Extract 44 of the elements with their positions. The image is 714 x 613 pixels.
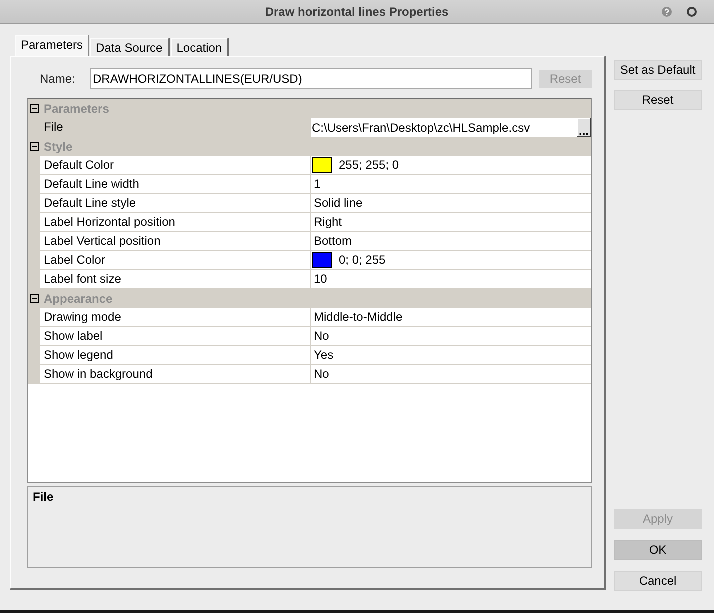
property-row[interactable]: Show legend Yes — [28, 346, 591, 365]
property-value[interactable]: Yes — [310, 346, 591, 365]
minus-box-icon[interactable] — [30, 294, 39, 303]
property-value[interactable]: Middle-to-Middle — [310, 308, 591, 327]
property-name[interactable]: File — [40, 118, 310, 137]
dialog-button[interactable]: OK — [614, 540, 702, 560]
property-value[interactable]: 10 — [310, 270, 591, 289]
category-title: Appearance — [43, 292, 113, 306]
property-value[interactable]: No — [310, 327, 591, 346]
property-row[interactable]: Label font size 10 — [28, 270, 591, 289]
ring-icon[interactable] — [687, 6, 697, 16]
property-row[interactable]: Label Vertical position Bottom — [28, 232, 591, 251]
property-row[interactable]: Default Color 255; 255; 0 — [28, 156, 591, 175]
category-title: Style — [43, 140, 73, 154]
property-value[interactable]: 0; 0; 255 — [339, 253, 386, 267]
property-row[interactable]: Default Line width 1 — [28, 175, 591, 194]
description-title: File — [33, 490, 54, 504]
property-row[interactable]: Label Horizontal position Right — [28, 213, 591, 232]
minus-box-icon[interactable] — [30, 142, 39, 151]
property-value[interactable]: 1 — [310, 175, 591, 194]
dialog-button[interactable]: Cancel — [614, 571, 702, 591]
property-row[interactable]: Show in background No — [28, 365, 591, 384]
browse-button[interactable]: ... — [577, 118, 591, 137]
property-row[interactable]: File C:\Users\Fran\Desktop\zc\HLSample.csv ... — [28, 118, 591, 137]
name-label: Name: — [40, 72, 76, 86]
property-value[interactable]: Solid line — [310, 194, 591, 213]
property-value[interactable]: Bottom — [310, 232, 591, 251]
help-icon[interactable] — [662, 6, 672, 16]
property-row[interactable]: Label Color 0; 0; 255 — [28, 251, 591, 270]
dialog-button[interactable]: Set as Default — [614, 60, 702, 80]
property-value[interactable]: Right — [310, 213, 591, 232]
window-title: Draw horizontal lines Properties — [265, 4, 449, 18]
minus-box-icon[interactable] — [30, 104, 39, 113]
dialog-button[interactable]: Reset — [614, 90, 702, 110]
tab[interactable]: Parameters — [15, 35, 90, 56]
property-value[interactable]: 255; 255; 0 — [339, 158, 400, 172]
tab[interactable]: Location — [170, 38, 230, 56]
property-row[interactable]: Drawing mode Middle-to-Middle — [28, 308, 591, 327]
property-row[interactable]: Default Line style Solid line — [28, 194, 591, 213]
name-field[interactable]: DRAWHORIZONTALLINES(EUR/USD) — [90, 68, 532, 89]
property-value[interactable]: No — [310, 365, 591, 384]
tab[interactable]: Data Source — [90, 38, 170, 56]
property-row[interactable]: Show label No — [28, 327, 591, 346]
category-title: Parameters — [43, 102, 110, 116]
